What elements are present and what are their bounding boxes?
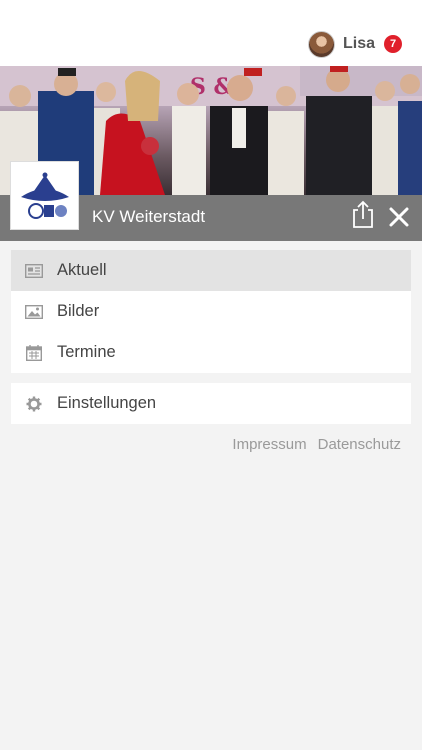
menu-item-einstellungen[interactable]: Einstellungen [11,383,411,424]
user-profile[interactable]: Lisa 7 [307,30,402,58]
menu-item-label: Einstellungen [57,394,157,412]
share-button[interactable] [352,200,374,228]
menu-item-label: Bilder [57,302,100,320]
menu-item-termine[interactable]: Termine [11,332,411,373]
newspaper-icon [25,263,43,279]
menu-item-aktuell[interactable]: Aktuell [11,250,411,291]
top-bar: Lisa 7 [0,0,422,66]
club-emblem-icon [20,172,69,219]
club-name: KV Weiterstadt [92,207,206,226]
menu-item-label: Aktuell [57,261,107,279]
menu-item-label: Termine [57,343,116,361]
avatar[interactable] [307,30,335,58]
close-icon [389,207,409,227]
main-menu: Aktuell Bilder Termine [11,250,411,373]
user-name[interactable]: Lisa [343,35,375,53]
gear-icon [25,396,43,412]
menu-item-bilder[interactable]: Bilder [11,291,411,332]
datenschutz-link[interactable]: Datenschutz [318,436,401,453]
footer-links: Impressum Datenschutz [232,436,401,453]
club-logo [10,161,79,230]
share-icon [353,200,373,228]
notification-badge[interactable]: 7 [384,35,402,53]
settings-menu: Einstellungen [11,383,411,424]
impressum-link[interactable]: Impressum [232,436,306,453]
calendar-icon [25,344,43,361]
close-button[interactable] [388,206,410,228]
image-icon [25,304,43,320]
